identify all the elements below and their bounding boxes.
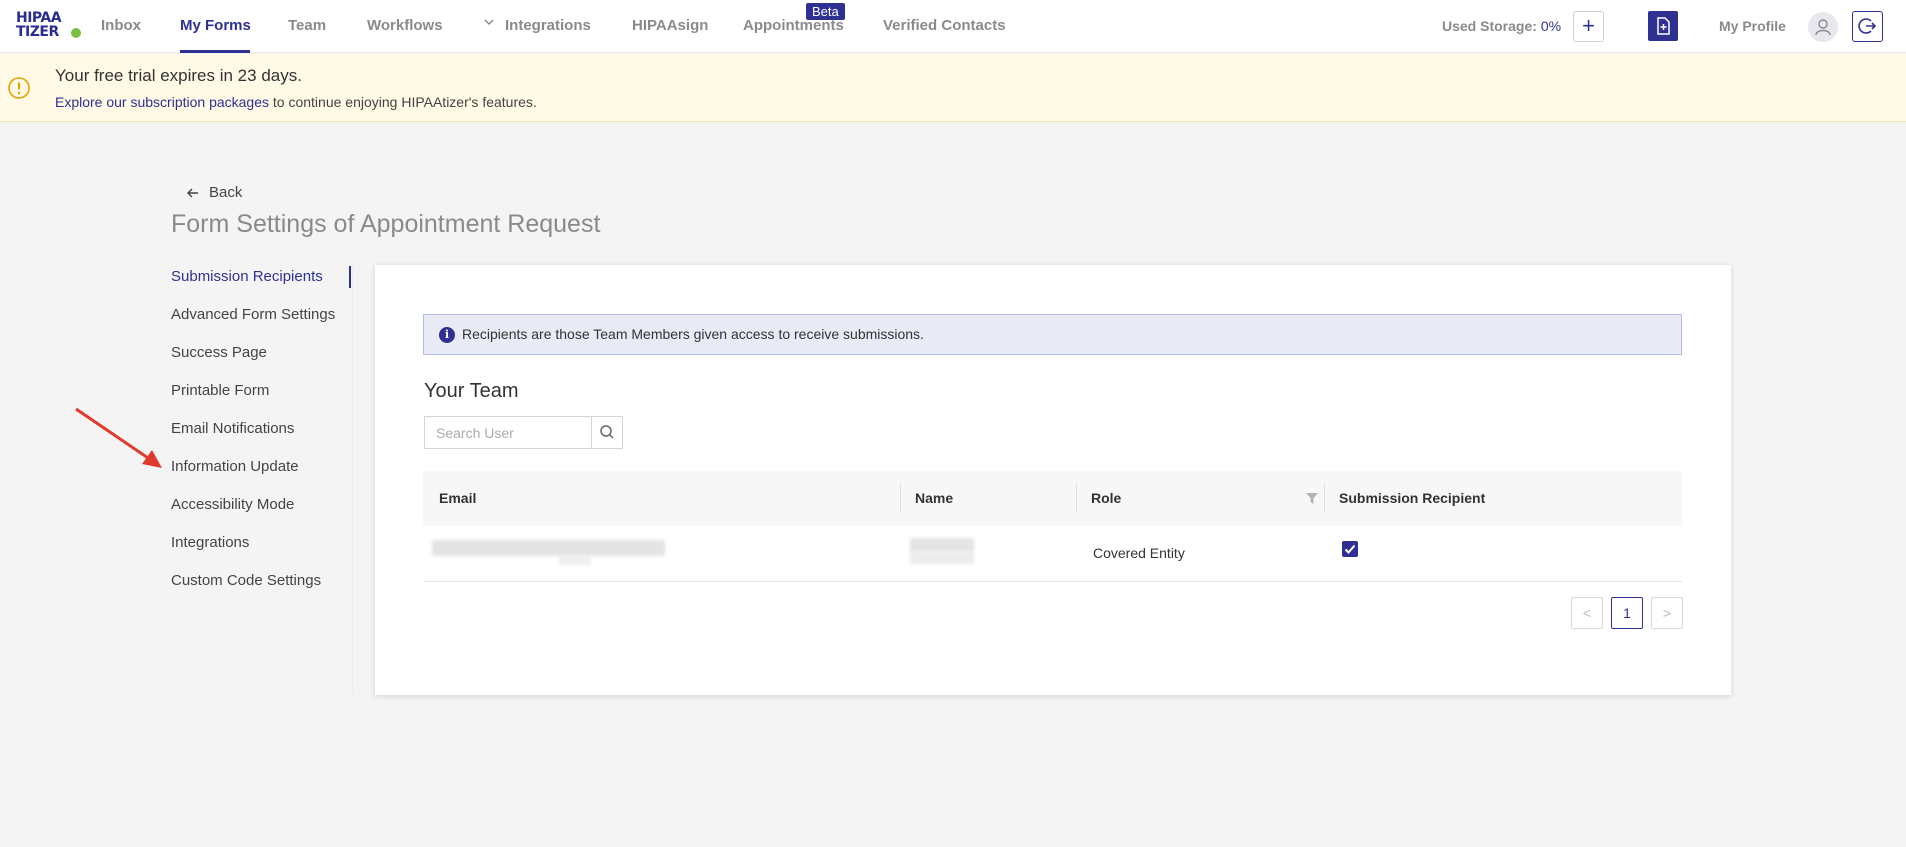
used-storage: Used Storage: 0% bbox=[1442, 18, 1561, 34]
logout-icon bbox=[1858, 18, 1877, 34]
nav-hipaasign[interactable]: HIPAAsign bbox=[632, 17, 708, 34]
chevron-down-icon[interactable] bbox=[484, 17, 494, 27]
my-profile-link[interactable]: My Profile bbox=[1719, 18, 1786, 34]
nav-inbox[interactable]: Inbox bbox=[101, 17, 141, 34]
info-alert: i Recipients are those Team Members give… bbox=[423, 314, 1682, 355]
user-icon bbox=[1815, 19, 1831, 36]
warning-icon bbox=[8, 77, 30, 99]
menu-custom-code-settings[interactable]: Custom Code Settings bbox=[171, 572, 321, 589]
menu-accessibility-mode[interactable]: Accessibility Mode bbox=[171, 496, 294, 513]
menu-printable-form[interactable]: Printable Form bbox=[171, 382, 269, 399]
active-menu-indicator bbox=[349, 266, 351, 288]
search-icon bbox=[600, 425, 614, 439]
menu-advanced-form-settings[interactable]: Advanced Form Settings bbox=[171, 306, 335, 323]
arrow-left-icon[interactable] bbox=[186, 186, 200, 200]
submission-recipient-checkbox[interactable] bbox=[1342, 541, 1358, 557]
logout-button[interactable] bbox=[1852, 11, 1883, 42]
storage-label: Used Storage: bbox=[1442, 18, 1537, 34]
beta-badge: Beta bbox=[806, 3, 845, 20]
top-navbar: HIPAA TIZER Inbox My Forms Team Workflow… bbox=[0, 0, 1906, 53]
info-text: Recipients are those Team Members given … bbox=[462, 326, 924, 342]
your-team-heading: Your Team bbox=[424, 380, 519, 402]
column-separator bbox=[1324, 484, 1325, 512]
table-row: Covered Entity bbox=[423, 526, 1682, 582]
trial-subtext: Explore our subscription packages to con… bbox=[55, 94, 537, 110]
prev-page-button[interactable]: < bbox=[1571, 597, 1603, 629]
th-email[interactable]: Email bbox=[439, 490, 476, 506]
nav-workflows[interactable]: Workflows bbox=[367, 17, 443, 34]
next-page-button[interactable]: > bbox=[1651, 597, 1683, 629]
filter-icon[interactable] bbox=[1306, 493, 1318, 504]
logo-dot-icon bbox=[71, 28, 81, 38]
info-icon: i bbox=[439, 327, 455, 343]
search-button[interactable] bbox=[591, 416, 623, 449]
search-user-input[interactable] bbox=[424, 416, 591, 449]
new-document-icon bbox=[1657, 17, 1670, 35]
avatar[interactable] bbox=[1808, 12, 1838, 42]
th-name[interactable]: Name bbox=[915, 490, 953, 506]
trial-subtext-rest: to continue enjoying HIPAAtizer's featur… bbox=[269, 94, 537, 110]
logo-text-line1: HIPAA bbox=[16, 10, 62, 26]
annotation-arrow-icon bbox=[75, 407, 162, 468]
nav-verified-contacts[interactable]: Verified Contacts bbox=[883, 17, 1006, 34]
column-separator bbox=[1076, 484, 1077, 512]
back-link[interactable]: Back bbox=[209, 184, 242, 201]
menu-submission-recipients[interactable]: Submission Recipients bbox=[171, 268, 323, 285]
menu-divider bbox=[352, 266, 353, 694]
column-separator bbox=[900, 484, 901, 512]
hipaatizer-logo[interactable]: HIPAA TIZER bbox=[16, 11, 82, 41]
nav-team[interactable]: Team bbox=[288, 17, 326, 34]
menu-information-update[interactable]: Information Update bbox=[171, 458, 299, 475]
menu-success-page[interactable]: Success Page bbox=[171, 344, 267, 361]
menu-email-notifications[interactable]: Email Notifications bbox=[171, 420, 294, 437]
active-nav-underline bbox=[180, 50, 250, 53]
page-title: Form Settings of Appointment Request bbox=[171, 210, 601, 238]
subscription-packages-link[interactable]: Explore our subscription packages bbox=[55, 94, 269, 110]
menu-integrations[interactable]: Integrations bbox=[171, 534, 249, 551]
checkmark-icon bbox=[1344, 544, 1356, 554]
role-cell: Covered Entity bbox=[1093, 545, 1185, 561]
nav-my-forms[interactable]: My Forms bbox=[180, 17, 251, 34]
new-form-button[interactable] bbox=[1648, 11, 1678, 41]
page-1-button[interactable]: 1 bbox=[1611, 597, 1643, 629]
recipients-card: i Recipients are those Team Members give… bbox=[375, 265, 1731, 695]
trial-expiry-text: Your free trial expires in 23 days. bbox=[55, 66, 302, 85]
th-submission-recipient[interactable]: Submission Recipient bbox=[1339, 490, 1485, 506]
trial-banner: Your free trial expires in 23 days. Expl… bbox=[0, 54, 1906, 122]
storage-value: 0% bbox=[1540, 18, 1562, 34]
nav-integrations[interactable]: Integrations bbox=[505, 17, 591, 34]
table-header: Email Name Role Submission Recipient bbox=[423, 471, 1682, 526]
th-role[interactable]: Role bbox=[1091, 490, 1121, 506]
add-storage-button[interactable]: + bbox=[1573, 11, 1604, 42]
